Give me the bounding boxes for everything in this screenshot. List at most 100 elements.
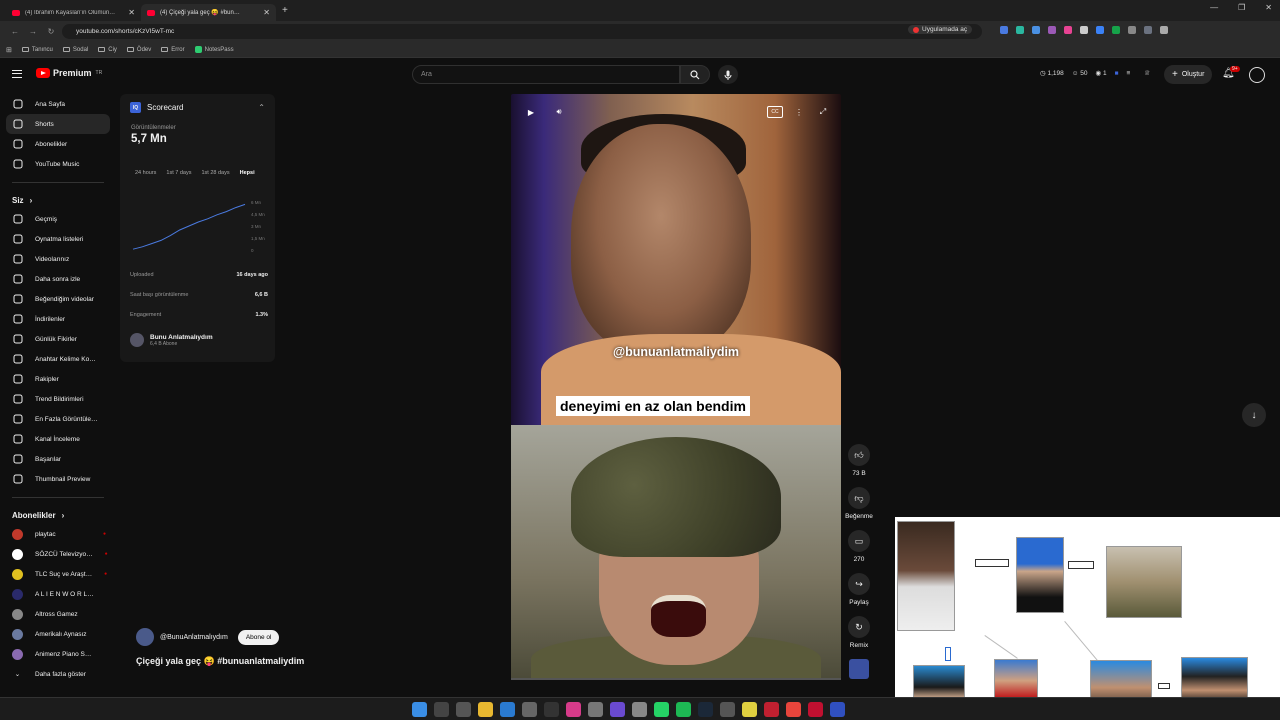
sidebar-item[interactable]: Trend Bildirimleri <box>0 389 116 409</box>
back-icon[interactable]: ← <box>6 27 24 36</box>
sidebar-item[interactable]: Videolarınız <box>0 249 116 269</box>
extension-icon[interactable] <box>1080 26 1088 34</box>
minimize-icon[interactable]: — <box>1210 3 1218 12</box>
restore-icon[interactable]: ❐ <box>1238 3 1245 12</box>
bookmark-folder[interactable]: Sodal <box>62 47 88 53</box>
comments-button[interactable]: ▭ 270 <box>844 530 874 563</box>
range-tab[interactable]: Hepsi <box>240 170 255 176</box>
sidebar-item[interactable]: En Fazla Görüntüle… <box>0 409 116 429</box>
app-icon[interactable] <box>720 702 735 717</box>
extension-icon[interactable]: ■ <box>1115 70 1119 77</box>
video-progress-bar[interactable] <box>511 678 841 680</box>
range-tab[interactable]: 1st 7 days <box>166 170 191 176</box>
sidebar-item[interactable]: Ana Sayfa <box>0 94 116 114</box>
settings-icon[interactable] <box>456 702 471 717</box>
you-section-header[interactable]: Siz › <box>0 191 116 209</box>
bookmark-folder[interactable]: Ciy <box>98 47 117 53</box>
app-icon[interactable] <box>522 702 537 717</box>
close-tab-icon[interactable]: ✕ <box>128 8 135 17</box>
app-icon[interactable] <box>588 702 603 717</box>
chevron-up-icon[interactable]: ⌃ <box>258 103 265 112</box>
extension-icon[interactable] <box>1096 26 1104 34</box>
bookmark-folder[interactable]: Error <box>161 47 185 53</box>
sidebar-item[interactable]: YouTube Music <box>0 154 116 174</box>
remix-button[interactable]: ↻ Remix <box>844 616 874 649</box>
browser-tab-1[interactable]: (4) İbrahim Kayaslan'ın Ölümün… ✕ <box>6 4 141 21</box>
opera-icon[interactable] <box>808 702 823 717</box>
captions-icon[interactable]: CC <box>767 106 783 118</box>
chrome-icon[interactable] <box>786 702 801 717</box>
sidebar-item[interactable]: Başarılar <box>0 449 116 469</box>
like-button[interactable]: 👍︎ 73 B <box>844 444 874 477</box>
sidebar-item[interactable]: Geçmiş <box>0 209 116 229</box>
sidebar-item[interactable]: Kanal İnceleme <box>0 429 116 449</box>
new-tab-icon[interactable]: + <box>282 5 288 16</box>
forward-icon[interactable]: → <box>24 27 42 36</box>
more-vert-icon[interactable]: ⋮ <box>791 106 807 118</box>
close-tab-icon[interactable]: ✕ <box>263 8 270 17</box>
range-tab[interactable]: 24 hours <box>135 170 156 176</box>
sidebar-item[interactable]: Beğendiğim videolar <box>0 289 116 309</box>
extension-icon[interactable] <box>1048 26 1056 34</box>
channel-avatar[interactable] <box>136 628 154 646</box>
sidebar-item[interactable]: Anahtar Kelime Ko… <box>0 349 116 369</box>
avatar[interactable] <box>1249 67 1265 83</box>
app-icon[interactable] <box>742 702 757 717</box>
show-more-button[interactable]: ⌄ Daha fazla göster <box>0 664 116 684</box>
search-input[interactable]: Ara <box>412 65 680 84</box>
shorts-player[interactable]: @bunuanlatmaliydim deneyimi en az olan b… <box>511 94 841 680</box>
bookmark-link[interactable]: NotesPass <box>194 46 234 53</box>
sidebar-item[interactable]: Altross Gamez <box>0 604 116 624</box>
sidebar-item[interactable]: SÖZCÜ Televizyo… ● <box>0 544 116 564</box>
extension-icon[interactable] <box>1160 26 1168 34</box>
extension-icon[interactable] <box>1064 26 1072 34</box>
app-icon[interactable] <box>632 702 647 717</box>
bookmark-folder[interactable]: Tanıncu <box>21 47 53 53</box>
subscribe-button[interactable]: Abone ol <box>237 629 280 645</box>
channel-handle[interactable]: @BunuAnlatmalıydım <box>160 634 228 641</box>
sidebar-item[interactable]: İndirilenler <box>0 309 116 329</box>
search-button[interactable] <box>680 65 710 84</box>
sidebar-item[interactable]: Daha sonra izle <box>0 269 116 289</box>
search-icon[interactable] <box>434 702 449 717</box>
list-icon[interactable]: ≡ <box>1127 70 1131 77</box>
open-in-app-button[interactable]: Uygulamada aç <box>908 25 973 34</box>
sidebar-item[interactable]: A L I E N W O R L… <box>0 584 116 604</box>
voice-search-button[interactable] <box>718 65 738 84</box>
windows-start-icon[interactable] <box>412 702 427 717</box>
bookmark-folder[interactable]: Ödev <box>126 47 151 53</box>
sound-thumbnail[interactable] <box>849 659 869 679</box>
youtube-logo[interactable]: Premium TR <box>36 68 102 78</box>
file-explorer-icon[interactable] <box>478 702 493 717</box>
dislike-button[interactable]: 👎︎ Beğenme <box>844 487 874 520</box>
range-tab[interactable]: 1st 28 days <box>201 170 229 176</box>
extension-icon[interactable] <box>1032 26 1040 34</box>
extension-icon[interactable] <box>1000 26 1008 34</box>
sidebar-item[interactable]: Rakipler <box>0 369 116 389</box>
share-button[interactable]: ↪ Paylaş <box>844 573 874 606</box>
sidebar-item[interactable]: Thumbnail Preview <box>0 469 116 489</box>
app-icon[interactable] <box>566 702 581 717</box>
subscriptions-section-header[interactable]: Abonelikler › <box>0 506 116 524</box>
scorecard-channel[interactable]: Bunu Anlatmalıydım 6,4 B Abone <box>130 333 213 347</box>
sidebar-item[interactable]: Animenz Piano S… <box>0 644 116 664</box>
play-icon[interactable]: ▶ <box>523 106 539 118</box>
extension-icon[interactable] <box>1112 26 1120 34</box>
discord-icon[interactable] <box>610 702 625 717</box>
sidebar-item[interactable]: playtac ● <box>0 524 116 544</box>
next-video-button[interactable]: ↓ <box>1242 403 1266 427</box>
sidebar-item[interactable]: TLC Suç ve Araşt… ● <box>0 564 116 584</box>
extension-icon[interactable] <box>1128 26 1136 34</box>
steam-icon[interactable] <box>698 702 713 717</box>
fullscreen-icon[interactable]: ⤢ <box>815 106 831 118</box>
spotify-icon[interactable] <box>676 702 691 717</box>
sidebar-item[interactable]: Günlük Fikirler <box>0 329 116 349</box>
browser-tab-2[interactable]: (4) Çiçeği yala geç 😝 #bun… ✕ <box>141 4 276 21</box>
app-icon[interactable] <box>764 702 779 717</box>
reload-icon[interactable]: ↻ <box>42 27 60 36</box>
extension-icon[interactable] <box>1144 26 1152 34</box>
menu-icon[interactable] <box>12 70 22 78</box>
extension-icon[interactable] <box>1016 26 1024 34</box>
apps-grid-icon[interactable]: ⊞ <box>6 46 12 54</box>
url-field[interactable]: youtube.com/shorts/cKzVI5wT-mc <box>62 24 982 39</box>
